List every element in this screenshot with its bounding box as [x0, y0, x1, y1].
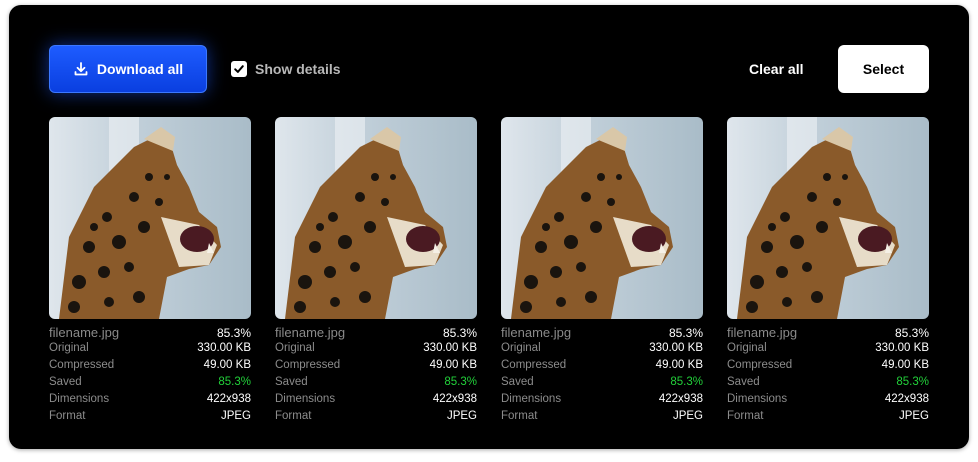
meta-key: Format — [275, 410, 312, 422]
meta-saved: Saved 85.3% — [49, 376, 251, 393]
toolbar: Download all Show details Clear all Sele… — [49, 45, 929, 93]
meta-dimensions: Dimensions 422x938 — [501, 393, 703, 410]
meta-format: Format JPEG — [49, 410, 251, 427]
leopard-photo — [59, 117, 221, 319]
image-card: filename.jpg 85.3% Original 330.00 KB Co… — [49, 117, 251, 427]
leopard-photo — [285, 117, 447, 319]
select-button[interactable]: Select — [838, 45, 929, 93]
compression-percent: 85.3% — [216, 326, 251, 340]
clear-all-button[interactable]: Clear all — [749, 45, 803, 93]
filename-row: filename.jpg 85.3% — [501, 325, 703, 342]
meta-compressed: Compressed 49.00 KB — [501, 359, 703, 376]
meta-key: Compressed — [275, 359, 341, 371]
dimensions: 422x938 — [658, 393, 703, 405]
meta-compressed: Compressed 49.00 KB — [727, 359, 929, 376]
compression-percent: 85.3% — [894, 326, 929, 340]
image-thumbnail[interactable] — [501, 117, 703, 319]
meta-key: Original — [275, 342, 315, 354]
meta-key: Original — [49, 342, 89, 354]
download-all-button[interactable]: Download all — [49, 45, 207, 93]
format: JPEG — [446, 410, 477, 422]
meta-key: Dimensions — [501, 393, 562, 405]
meta-key: Saved — [727, 376, 760, 388]
meta-saved: Saved 85.3% — [275, 376, 477, 393]
download-icon — [73, 61, 89, 77]
saved-percent: 85.3% — [444, 376, 477, 388]
saved-percent: 85.3% — [896, 376, 929, 388]
meta-key: Compressed — [727, 359, 793, 371]
meta-key: Original — [501, 342, 541, 354]
meta-format: Format JPEG — [501, 410, 703, 427]
download-all-label: Download all — [96, 61, 184, 77]
meta-key: Dimensions — [727, 393, 788, 405]
meta-dimensions: Dimensions 422x938 — [275, 393, 477, 410]
meta-key: Format — [49, 410, 86, 422]
show-details-checkbox[interactable] — [231, 61, 247, 77]
original-size: 330.00 KB — [197, 342, 251, 354]
image-card: filename.jpg 85.3% Original 330.00 KB Co… — [501, 117, 703, 427]
meta-key: Original — [727, 342, 767, 354]
meta-key: Dimensions — [275, 393, 336, 405]
filename-row: filename.jpg 85.3% — [49, 325, 251, 342]
saved-percent: 85.3% — [670, 376, 703, 388]
meta-key: Format — [727, 410, 764, 422]
original-size: 330.00 KB — [649, 342, 703, 354]
meta-key: Compressed — [49, 359, 115, 371]
format: JPEG — [672, 410, 703, 422]
leopard-photo — [511, 117, 673, 319]
meta-original: Original 330.00 KB — [501, 342, 703, 359]
filename: filename.jpg — [727, 325, 798, 340]
meta-original: Original 330.00 KB — [727, 342, 929, 359]
meta-original: Original 330.00 KB — [49, 342, 251, 359]
filename: filename.jpg — [49, 325, 120, 340]
compressed-size: 49.00 KB — [881, 359, 929, 371]
show-details-label: Show details — [255, 61, 341, 77]
meta-format: Format JPEG — [727, 410, 929, 427]
image-thumbnail[interactable] — [275, 117, 477, 319]
checkmark-icon — [234, 65, 244, 73]
meta-key: Saved — [49, 376, 82, 388]
meta-dimensions: Dimensions 422x938 — [727, 393, 929, 410]
meta-key: Format — [501, 410, 538, 422]
dimensions: 422x938 — [432, 393, 477, 405]
meta-key: Dimensions — [49, 393, 110, 405]
filename-row: filename.jpg 85.3% — [275, 325, 477, 342]
leopard-photo — [737, 117, 899, 319]
image-card: filename.jpg 85.3% Original 330.00 KB Co… — [275, 117, 477, 427]
compression-percent: 85.3% — [442, 326, 477, 340]
filename: filename.jpg — [275, 325, 346, 340]
meta-key: Saved — [501, 376, 534, 388]
compressed-size: 49.00 KB — [429, 359, 477, 371]
meta-key: Saved — [275, 376, 308, 388]
meta-format: Format JPEG — [275, 410, 477, 427]
image-card: filename.jpg 85.3% Original 330.00 KB Co… — [727, 117, 929, 427]
image-thumbnail[interactable] — [727, 117, 929, 319]
meta-dimensions: Dimensions 422x938 — [49, 393, 251, 410]
original-size: 330.00 KB — [423, 342, 477, 354]
image-compressor-panel: Download all Show details Clear all Sele… — [9, 5, 969, 449]
meta-saved: Saved 85.3% — [501, 376, 703, 393]
filename-row: filename.jpg 85.3% — [727, 325, 929, 342]
original-size: 330.00 KB — [875, 342, 929, 354]
dimensions: 422x938 — [884, 393, 929, 405]
image-thumbnail[interactable] — [49, 117, 251, 319]
meta-original: Original 330.00 KB — [275, 342, 477, 359]
saved-percent: 85.3% — [218, 376, 251, 388]
dimensions: 422x938 — [206, 393, 251, 405]
meta-compressed: Compressed 49.00 KB — [275, 359, 477, 376]
meta-compressed: Compressed 49.00 KB — [49, 359, 251, 376]
compression-percent: 85.3% — [668, 326, 703, 340]
format: JPEG — [220, 410, 251, 422]
format: JPEG — [898, 410, 929, 422]
meta-key: Compressed — [501, 359, 567, 371]
filename: filename.jpg — [501, 325, 572, 340]
compressed-size: 49.00 KB — [203, 359, 251, 371]
meta-saved: Saved 85.3% — [727, 376, 929, 393]
compressed-size: 49.00 KB — [655, 359, 703, 371]
show-details-toggle[interactable]: Show details — [231, 45, 341, 93]
